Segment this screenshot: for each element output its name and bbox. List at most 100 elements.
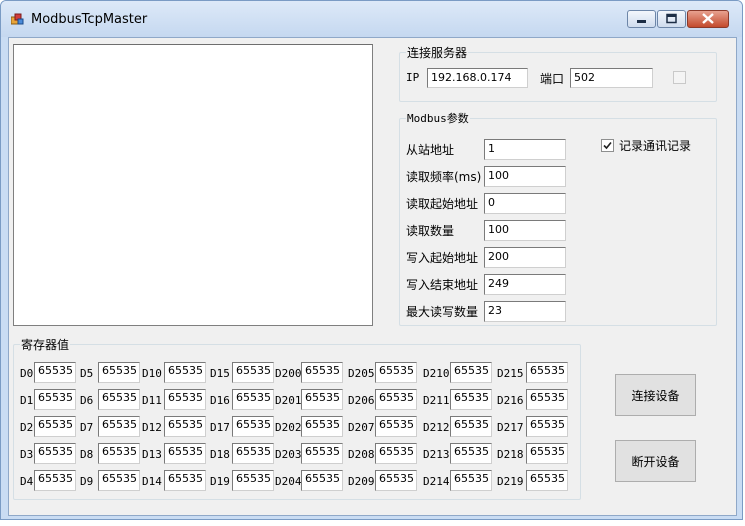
register-label: D15 — [210, 367, 230, 380]
register-label: D203 — [275, 448, 302, 461]
connection-checkbox[interactable] — [673, 71, 686, 84]
register-label: D18 — [210, 448, 230, 461]
register-value-input[interactable]: 65535 — [450, 362, 492, 383]
register-value-input[interactable]: 65535 — [232, 443, 274, 464]
register-label: D17 — [210, 421, 230, 434]
modbus-field-input[interactable]: 23 — [484, 301, 566, 322]
register-value-input[interactable]: 65535 — [164, 470, 206, 491]
register-value-input[interactable]: 65535 — [301, 443, 343, 464]
log-checkbox-label: 记录通讯记录 — [619, 139, 692, 153]
register-label: D205 — [348, 367, 375, 380]
register-value-input[interactable]: 65535 — [34, 362, 76, 383]
log-textbox[interactable] — [13, 44, 373, 326]
register-value-input[interactable]: 65535 — [98, 443, 140, 464]
register-value-input[interactable]: 65535 — [98, 416, 140, 437]
register-value-input[interactable]: 65535 — [164, 416, 206, 437]
register-label: D11 — [142, 394, 162, 407]
port-input[interactable]: 502 — [570, 68, 653, 88]
register-label: D0 — [20, 367, 34, 380]
connect-device-button[interactable]: 连接设备 — [615, 374, 696, 416]
ip-input[interactable]: 192.168.0.174 — [427, 68, 528, 88]
modbus-field-input[interactable]: 100 — [484, 220, 566, 241]
register-value-input[interactable]: 65535 — [375, 389, 417, 410]
register-label: D218 — [497, 448, 524, 461]
register-label: D19 — [210, 475, 230, 488]
register-value-input[interactable]: 65535 — [375, 362, 417, 383]
register-value-input[interactable]: 65535 — [34, 443, 76, 464]
client-area: 连接服务器 IP 192.168.0.174 端口 502 Modbus参数 从… — [8, 37, 737, 516]
register-value-input[interactable]: 65535 — [301, 362, 343, 383]
register-label: D214 — [423, 475, 450, 488]
register-label: D200 — [275, 367, 302, 380]
register-label: D207 — [348, 421, 375, 434]
register-value-input[interactable]: 65535 — [526, 470, 568, 491]
modbus-field-input[interactable]: 0 — [484, 193, 566, 214]
register-label: D213 — [423, 448, 450, 461]
register-value-input[interactable]: 65535 — [34, 470, 76, 491]
register-value-input[interactable]: 65535 — [450, 443, 492, 464]
title-bar[interactable]: ModbusTcpMaster — [1, 1, 742, 37]
main-window: ModbusTcpMaster 连接服务器 IP 192.168.0.174 端… — [0, 0, 743, 520]
modbus-field-input[interactable]: 249 — [484, 274, 566, 295]
register-value-input[interactable]: 65535 — [232, 362, 274, 383]
register-label: D211 — [423, 394, 450, 407]
register-label: D3 — [20, 448, 34, 461]
register-value-input[interactable]: 65535 — [301, 389, 343, 410]
register-value-input[interactable]: 65535 — [526, 389, 568, 410]
connection-group: 连接服务器 IP 192.168.0.174 端口 502 — [399, 44, 717, 102]
register-value-input[interactable]: 65535 — [450, 389, 492, 410]
register-label: D209 — [348, 475, 375, 488]
modbus-field-input[interactable]: 100 — [484, 166, 566, 187]
register-label: D10 — [142, 367, 162, 380]
register-value-input[interactable]: 65535 — [375, 443, 417, 464]
register-label: D16 — [210, 394, 230, 407]
ip-label: IP — [406, 71, 420, 84]
register-label: D216 — [497, 394, 524, 407]
modbus-group-title: Modbus参数 — [406, 110, 470, 126]
register-value-input[interactable]: 65535 — [164, 362, 206, 383]
modbus-field-input[interactable]: 200 — [484, 247, 566, 268]
register-value-input[interactable]: 65535 — [526, 362, 568, 383]
register-value-input[interactable]: 65535 — [301, 470, 343, 491]
modbus-field-label: 从站地址 — [406, 143, 455, 157]
register-value-input[interactable]: 65535 — [450, 416, 492, 437]
register-value-input[interactable]: 65535 — [34, 389, 76, 410]
register-label: D5 — [80, 367, 94, 380]
register-value-input[interactable]: 65535 — [98, 362, 140, 383]
log-checkbox[interactable] — [601, 139, 614, 152]
maximize-icon — [666, 13, 677, 24]
register-value-input[interactable]: 65535 — [301, 416, 343, 437]
register-value-input[interactable]: 65535 — [375, 416, 417, 437]
close-button[interactable] — [687, 10, 729, 28]
register-value-input[interactable]: 65535 — [526, 443, 568, 464]
register-value-input[interactable]: 65535 — [98, 470, 140, 491]
register-value-input[interactable]: 65535 — [164, 389, 206, 410]
register-value-input[interactable]: 65535 — [375, 470, 417, 491]
register-label: D13 — [142, 448, 162, 461]
minimize-button[interactable] — [627, 10, 656, 28]
register-value-input[interactable]: 65535 — [232, 470, 274, 491]
modbus-group: Modbus参数 从站地址 1 读取频率(ms) 100 读取起始地址 0 读取数量 100 写… — [399, 110, 717, 326]
disconnect-device-button[interactable]: 断开设备 — [615, 440, 696, 482]
minimize-icon — [637, 20, 646, 23]
register-value-input[interactable]: 65535 — [232, 389, 274, 410]
register-label: D6 — [80, 394, 94, 407]
modbus-field-input[interactable]: 1 — [484, 139, 566, 160]
maximize-button[interactable] — [657, 10, 686, 28]
modbus-field-label: 写入起始地址 — [406, 251, 479, 265]
register-label: D12 — [142, 421, 162, 434]
register-label: D4 — [20, 475, 34, 488]
register-value-input[interactable]: 65535 — [98, 389, 140, 410]
register-label: D219 — [497, 475, 524, 488]
register-value-input[interactable]: 65535 — [450, 470, 492, 491]
register-value-input[interactable]: 65535 — [232, 416, 274, 437]
register-label: D7 — [80, 421, 94, 434]
register-value-input[interactable]: 65535 — [34, 416, 76, 437]
register-label: D215 — [497, 367, 524, 380]
register-label: D210 — [423, 367, 450, 380]
register-label: D1 — [20, 394, 34, 407]
register-label: D14 — [142, 475, 162, 488]
register-value-input[interactable]: 65535 — [164, 443, 206, 464]
register-value-input[interactable]: 65535 — [526, 416, 568, 437]
register-group-title: 寄存器值 — [20, 336, 71, 353]
